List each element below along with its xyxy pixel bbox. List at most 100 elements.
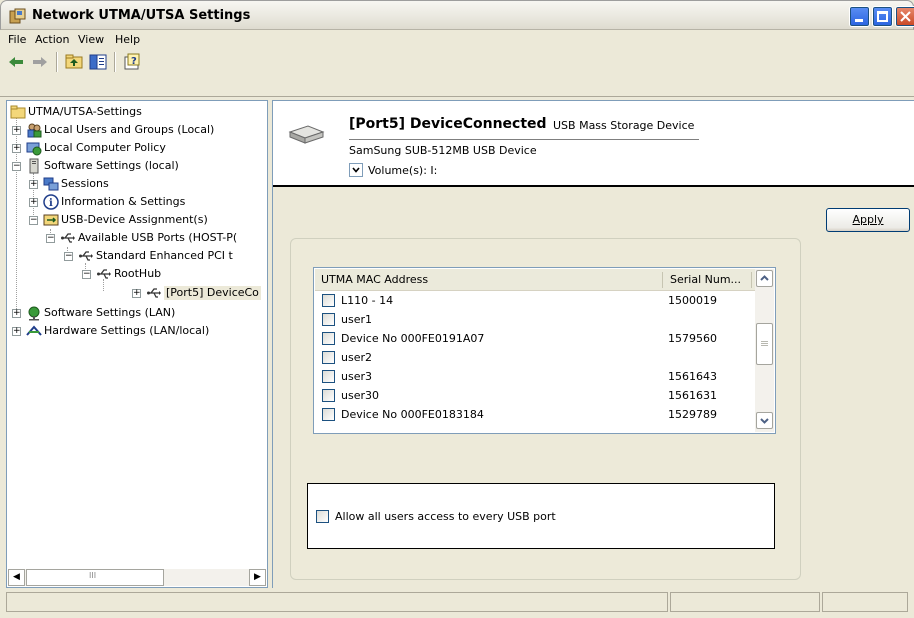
row-name: user2	[341, 351, 372, 364]
user-list[interactable]: UTMA MAC Address Serial Num... L110 - 14…	[313, 267, 776, 434]
chevron-up-icon	[760, 275, 769, 281]
list-item[interactable]: user1	[314, 312, 754, 330]
usb-icon	[61, 233, 75, 243]
usb-icon	[97, 269, 111, 279]
menu-action[interactable]: Action	[35, 33, 69, 46]
title-bar: Network UTMA/UTSA Settings	[0, 0, 914, 30]
device-title: [Port5] DeviceConnected	[349, 116, 547, 132]
row-name: user3	[341, 370, 372, 383]
expand-plus-icon[interactable]: +	[12, 327, 21, 336]
assignment-panel: UTMA MAC Address Serial Num... L110 - 14…	[290, 238, 801, 580]
back-arrow-icon[interactable]	[6, 52, 26, 72]
menu-help[interactable]: Help	[115, 33, 140, 46]
policy-icon	[26, 142, 42, 156]
list-item[interactable]: L110 - 14 1500019	[314, 293, 754, 311]
tree-item-label: Available USB Ports (HOST-P(	[78, 231, 238, 244]
list-item[interactable]: Device No 000FE0191A07 1579560	[314, 331, 754, 349]
status-pane-secondary	[670, 592, 820, 612]
tree-item-label: USB-Device Assignment(s)	[61, 213, 208, 226]
storage-device-icon	[288, 125, 325, 144]
tree-item-label: Standard Enhanced PCI t	[96, 249, 233, 262]
menu-file[interactable]: File	[8, 33, 26, 46]
help-icon[interactable]: ?	[122, 52, 142, 72]
scroll-left-button[interactable]: ◀	[8, 569, 25, 586]
expand-plus-icon[interactable]: +	[12, 144, 21, 153]
svg-text:i: i	[49, 198, 53, 209]
expand-plus-icon[interactable]: +	[12, 309, 21, 318]
row-serial: 1529789	[668, 408, 717, 421]
scroll-thumb[interactable]	[756, 323, 773, 365]
toolbar: ?	[0, 50, 914, 98]
tree-horizontal-scrollbar[interactable]: ◀ III ▶	[8, 569, 266, 586]
scroll-down-button[interactable]	[756, 412, 773, 429]
toolbar-separator	[114, 52, 116, 72]
volumes-expand-button[interactable]	[349, 163, 363, 177]
column-header-mac[interactable]: UTMA MAC Address	[321, 273, 428, 286]
column-header-serial[interactable]: Serial Num...	[670, 273, 741, 286]
row-checkbox[interactable]	[322, 370, 335, 383]
list-item[interactable]: user3 1561643	[314, 369, 754, 387]
expand-plus-icon[interactable]: +	[132, 289, 141, 298]
scroll-right-button[interactable]: ▶	[249, 569, 266, 586]
allow-all-checkbox[interactable]	[316, 510, 329, 523]
scroll-up-button[interactable]	[756, 270, 773, 287]
tree-item-label: Information & Settings	[61, 195, 186, 208]
row-checkbox[interactable]	[322, 408, 335, 421]
up-folder-icon[interactable]	[64, 52, 84, 72]
allow-all-label[interactable]: Allow all users access to every USB port	[335, 510, 556, 523]
toolbar-divider	[0, 96, 914, 97]
list-item[interactable]: user30 1561631	[314, 388, 754, 406]
forward-arrow-icon[interactable]	[30, 52, 50, 72]
tree-item-label: Software Settings (local)	[44, 159, 179, 172]
menu-bar: File Action View Help	[0, 30, 914, 50]
chevron-down-icon	[352, 167, 360, 173]
tree-item-label: UTMA/UTSA-Settings	[28, 105, 142, 118]
sessions-icon	[43, 177, 59, 191]
expand-plus-icon[interactable]: +	[29, 198, 38, 207]
row-name: L110 - 14	[341, 294, 394, 307]
row-checkbox[interactable]	[322, 351, 335, 364]
details-pane: [Port5] DeviceConnected USB Mass Storage…	[272, 100, 914, 588]
collapse-minus-icon[interactable]: −	[82, 270, 91, 279]
scroll-thumb[interactable]: III	[26, 569, 164, 586]
maximize-button[interactable]	[872, 6, 893, 27]
row-checkbox[interactable]	[322, 389, 335, 402]
row-checkbox[interactable]	[322, 294, 335, 307]
list-vertical-scrollbar[interactable]	[755, 269, 774, 432]
close-button[interactable]	[895, 6, 914, 27]
list-item[interactable]: Device No 000FE0183184 1529789	[314, 407, 754, 425]
window-title: Network UTMA/UTSA Settings	[32, 8, 251, 23]
column-separator[interactable]	[751, 272, 752, 288]
tree-view[interactable]: UTMA/UTSA-Settings + Local Users and Gro…	[6, 100, 268, 588]
collapse-minus-icon[interactable]: −	[12, 162, 21, 171]
tree-item-label: Local Users and Groups (Local)	[44, 123, 215, 136]
menu-view[interactable]: View	[78, 33, 104, 46]
svg-text:?: ?	[131, 56, 137, 67]
row-serial: 1561643	[668, 370, 717, 383]
row-name: user30	[341, 389, 379, 402]
row-serial: 1579560	[668, 332, 717, 345]
status-pane-tertiary	[822, 592, 908, 612]
row-checkbox[interactable]	[322, 332, 335, 345]
minimize-button[interactable]	[849, 6, 870, 27]
column-separator[interactable]	[662, 272, 663, 288]
expand-plus-icon[interactable]: +	[29, 180, 38, 189]
tree-item-label: Hardware Settings (LAN/local)	[44, 324, 210, 337]
collapse-minus-icon[interactable]: −	[46, 234, 55, 243]
expand-plus-icon[interactable]: +	[12, 126, 21, 135]
list-item[interactable]: user2	[314, 350, 754, 368]
device-header: [Port5] DeviceConnected USB Mass Storage…	[273, 101, 914, 187]
apply-button[interactable]: Apply	[826, 208, 910, 232]
row-name: Device No 000FE0183184	[341, 408, 484, 421]
row-name: Device No 000FE0191A07	[341, 332, 485, 345]
show-hide-tree-icon[interactable]	[88, 52, 108, 72]
row-checkbox[interactable]	[322, 313, 335, 326]
allow-all-box: Allow all users access to every USB port	[307, 483, 775, 549]
maximize-icon	[877, 11, 888, 22]
collapse-minus-icon[interactable]: −	[29, 216, 38, 225]
apply-label: Apply	[852, 213, 884, 226]
tree-item-label: Local Computer Policy	[44, 141, 166, 154]
collapse-minus-icon[interactable]: −	[64, 252, 73, 261]
close-icon	[900, 11, 911, 22]
row-name: user1	[341, 313, 372, 326]
